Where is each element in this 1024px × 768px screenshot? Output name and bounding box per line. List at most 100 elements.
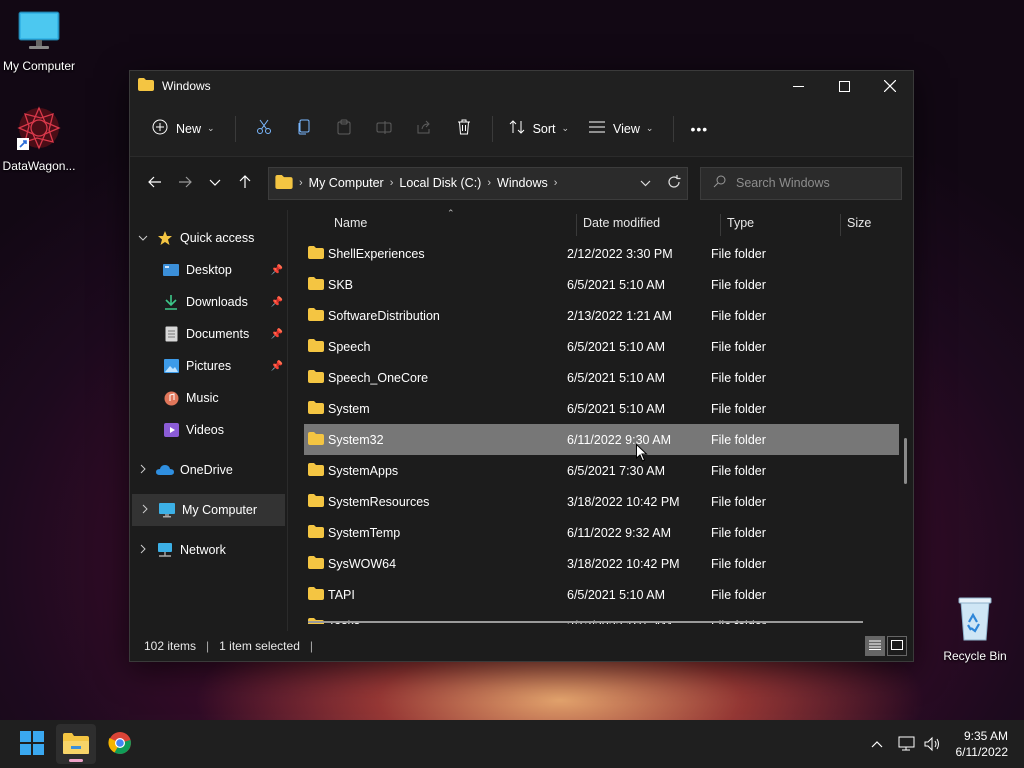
- vertical-scrollbar[interactable]: [904, 438, 907, 484]
- new-button[interactable]: New ⌄: [144, 113, 223, 145]
- file-row[interactable]: TAPI 6/5/2021 5:10 AM File folder: [304, 579, 899, 610]
- chevron-down-icon: ⌄: [645, 123, 654, 133]
- taskbar: 9:35 AM 6/11/2022: [0, 720, 1024, 768]
- breadcrumb-local-disk[interactable]: Local Disk (C:): [399, 176, 481, 190]
- sort-button[interactable]: Sort ⌄: [501, 113, 577, 145]
- file-row[interactable]: SystemTemp 6/11/2022 9:32 AM File folder: [304, 517, 899, 548]
- breadcrumb-windows[interactable]: Windows: [497, 176, 548, 190]
- nav-network[interactable]: Network: [130, 534, 287, 566]
- nav-item-desktop[interactable]: Desktop 📌: [130, 254, 287, 286]
- column-name[interactable]: Name: [334, 216, 367, 230]
- pin-icon: 📌: [270, 264, 283, 276]
- file-explorer-icon: [63, 732, 89, 757]
- file-type: File folder: [711, 463, 766, 478]
- file-list: ⌃ Name Date modified Type Size ShellExpe…: [288, 208, 913, 631]
- desktop-icon-datawagon[interactable]: DataWagon...: [0, 104, 81, 173]
- forward-button[interactable]: [170, 168, 200, 198]
- file-row[interactable]: Speech_OneCore 6/5/2021 5:10 AM File folde…: [304, 362, 899, 393]
- nav-item-downloads[interactable]: Downloads 📌: [130, 286, 287, 318]
- share-button[interactable]: [404, 113, 444, 145]
- chevron-right-icon[interactable]: [130, 464, 156, 477]
- trash-icon: [456, 119, 472, 138]
- chevron-right-icon[interactable]: [132, 504, 158, 517]
- file-row[interactable]: SystemResources 3/18/2022 10:42 PM File fo…: [304, 486, 899, 517]
- recent-locations-button[interactable]: [200, 168, 230, 198]
- nav-item-documents[interactable]: Documents 📌: [130, 318, 287, 350]
- file-rows: ShellExperiences 2/12/2022 3:30 PM File fo…: [304, 238, 899, 624]
- taskbar-file-explorer[interactable]: [56, 724, 96, 764]
- column-date-modified[interactable]: Date modified: [583, 216, 660, 230]
- selection-count: 1 item selected: [219, 639, 300, 653]
- file-name: Speech_OneCore: [328, 370, 429, 385]
- delete-button[interactable]: [444, 113, 484, 145]
- network-status-icon[interactable]: [894, 731, 920, 757]
- desktop-icon-my-computer[interactable]: My Computer: [0, 10, 81, 73]
- file-date-modified: 3/18/2022 10:42 PM: [567, 556, 680, 571]
- nav-onedrive[interactable]: OneDrive: [130, 454, 287, 486]
- arrow-up-icon: [239, 174, 251, 192]
- details-view-button[interactable]: [865, 636, 885, 656]
- chevron-right-icon: ›: [299, 177, 303, 189]
- nav-item-pictures[interactable]: Pictures 📌: [130, 350, 287, 382]
- volume-icon[interactable]: [920, 731, 946, 757]
- chrome-icon: [108, 731, 132, 758]
- copy-button[interactable]: [284, 113, 324, 145]
- minimize-button[interactable]: [775, 71, 821, 101]
- window-title: Windows: [162, 79, 211, 93]
- file-row[interactable]: SoftwareDistribution 2/13/2022 1:21 AM Fil…: [304, 300, 899, 331]
- picture-icon: [162, 358, 180, 374]
- view-button[interactable]: View ⌄: [581, 113, 661, 145]
- divider: [234, 115, 236, 142]
- chevron-right-icon[interactable]: [130, 544, 156, 557]
- address-dropdown-button[interactable]: [640, 176, 651, 190]
- file-row[interactable]: System 6/5/2021 5:10 AM File folder: [304, 393, 899, 424]
- nav-quick-access[interactable]: Quick access: [130, 222, 287, 254]
- paste-button[interactable]: [324, 113, 364, 145]
- taskbar-chrome[interactable]: [100, 724, 140, 764]
- show-hidden-icons-button[interactable]: [864, 731, 890, 757]
- search-box[interactable]: [700, 166, 902, 200]
- desktop-icon-recycle-bin[interactable]: Recycle Bin: [933, 596, 1017, 663]
- file-name: SoftwareDistribution: [328, 308, 440, 323]
- start-button[interactable]: [12, 724, 52, 764]
- divider: [491, 115, 493, 142]
- clock[interactable]: 9:35 AM 6/11/2022: [956, 728, 1009, 760]
- nav-label: Documents: [186, 327, 250, 341]
- maximize-button[interactable]: [821, 71, 867, 101]
- rename-button[interactable]: [364, 113, 404, 145]
- title-bar[interactable]: Windows: [130, 71, 913, 101]
- back-button[interactable]: [140, 168, 170, 198]
- file-name: TAPI: [328, 587, 355, 602]
- file-explorer-window: Windows New ⌄ Sort ⌄ View ⌄ ••• › My Com…: [129, 70, 914, 662]
- file-row[interactable]: SKB 6/5/2021 5:10 AM File folder: [304, 269, 899, 300]
- nav-my-computer[interactable]: My Computer: [132, 494, 285, 526]
- chevron-right-icon: ›: [389, 177, 394, 189]
- file-type: File folder: [711, 401, 766, 416]
- file-row[interactable]: SystemApps 6/5/2021 7:30 AM File folder: [304, 455, 899, 486]
- file-date-modified: 3/18/2022 10:42 PM: [567, 494, 680, 509]
- close-button[interactable]: [867, 71, 913, 101]
- see-more-button[interactable]: •••: [682, 113, 716, 145]
- file-row[interactable]: SysWOW64 3/18/2022 10:42 PM File folder: [304, 548, 899, 579]
- clock-date: 6/11/2022: [955, 745, 1009, 759]
- address-bar[interactable]: › My Computer › Local Disk (C:) › Window…: [268, 166, 688, 200]
- horizontal-scrollbar[interactable]: [308, 621, 863, 623]
- column-size[interactable]: Size: [847, 216, 871, 230]
- folder-icon: [308, 556, 324, 572]
- up-button[interactable]: [230, 168, 260, 198]
- refresh-icon[interactable]: [667, 174, 681, 192]
- file-row[interactable]: Speech 6/5/2021 5:10 AM File folder: [304, 331, 899, 362]
- file-row[interactable]: ShellExperiences 2/12/2022 3:30 PM File fo…: [304, 238, 899, 269]
- column-type[interactable]: Type: [727, 216, 754, 230]
- file-row[interactable]: System32 6/11/2022 9:30 AM File folder: [304, 424, 899, 455]
- breadcrumb-my-computer[interactable]: My Computer: [309, 176, 384, 190]
- nav-item-music[interactable]: Music: [130, 382, 287, 414]
- file-date-modified: 6/5/2021 5:10 AM: [567, 339, 665, 354]
- tiles-view-button[interactable]: [887, 636, 907, 656]
- search-input[interactable]: [736, 176, 886, 190]
- chevron-down-icon[interactable]: [130, 233, 156, 244]
- file-name: SystemResources: [328, 494, 430, 509]
- divider: [673, 115, 675, 142]
- nav-item-videos[interactable]: Videos: [130, 414, 287, 446]
- cut-button[interactable]: [244, 113, 284, 145]
